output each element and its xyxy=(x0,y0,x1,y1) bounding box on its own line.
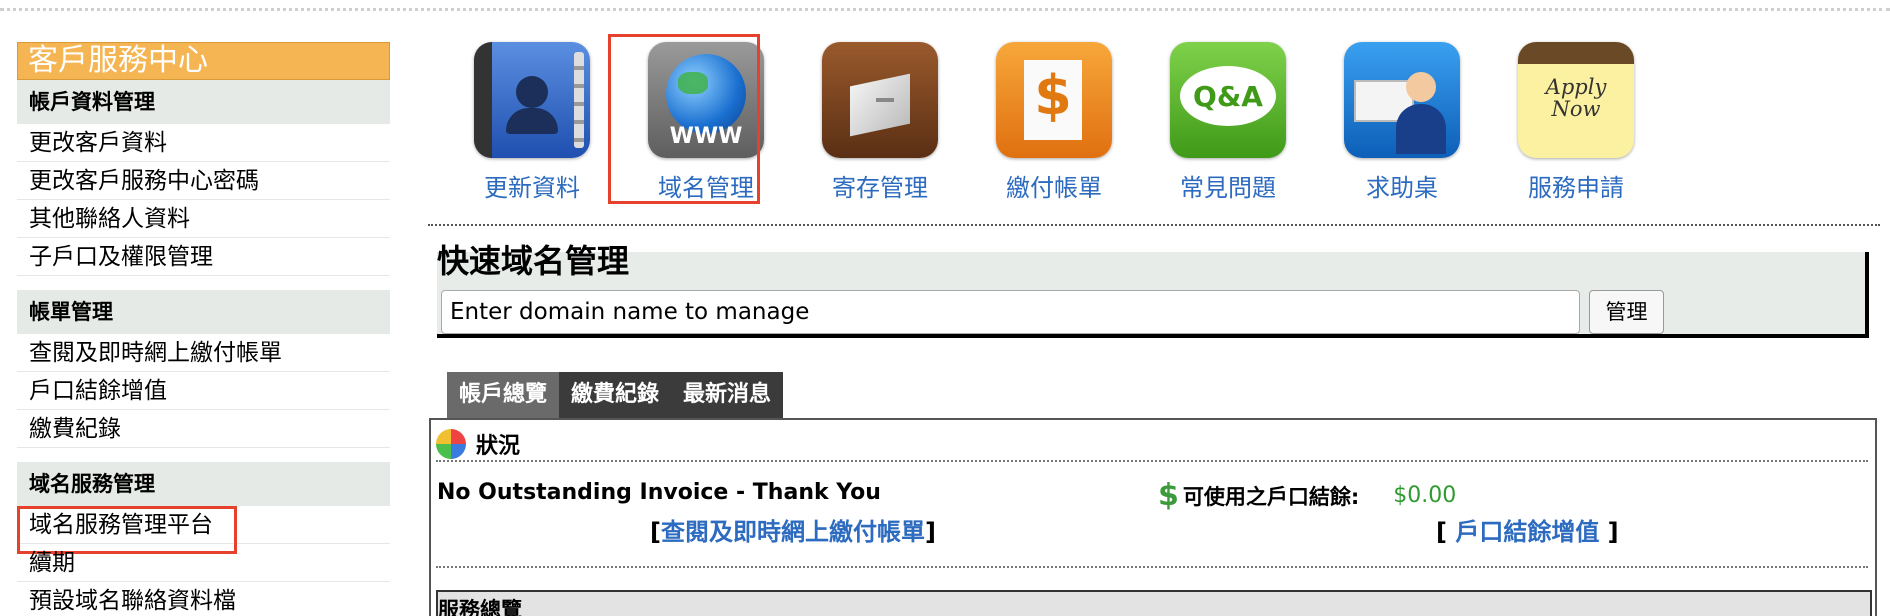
tab-bar: 帳戶總覽 繳費紀錄 最新消息 xyxy=(447,372,784,418)
status-divider xyxy=(436,460,1868,462)
view-pay-invoice-link[interactable]: 查閱及即時網上繳付帳單 xyxy=(661,518,925,546)
icon-service-apply[interactable]: Apply Now 服務申請 xyxy=(1496,42,1656,203)
icon-helpdesk-label: 求助桌 xyxy=(1366,174,1438,202)
sidebar: 客戶服務中心 帳戶資料管理 更改客戶資料 更改客戶服務中心密碼 其他聯絡人資料 … xyxy=(17,42,390,616)
icon-pay-invoice[interactable]: $ 繳付帳單 xyxy=(974,42,1134,203)
sidebar-item-other-contacts[interactable]: 其他聯絡人資料 xyxy=(17,200,390,238)
topup-link[interactable]: 戶口結餘增值 xyxy=(1455,518,1599,546)
invoice-link-wrapper: [查閱及即時網上繳付帳單] xyxy=(650,518,936,546)
icon-service-apply-label: 服務申請 xyxy=(1528,174,1624,202)
sidebar-item-view-pay-invoices[interactable]: 查閱及即時網上繳付帳單 xyxy=(17,334,390,372)
icon-hosting-manage[interactable]: 寄存管理 xyxy=(800,42,960,203)
sidebar-item-default-contact[interactable]: 預設域名聯絡資料檔 xyxy=(17,582,390,616)
manage-button[interactable]: 管理 xyxy=(1589,290,1664,334)
overview-panel xyxy=(429,418,1877,616)
topup-link-wrapper: [ 戶口結餘增值 ] xyxy=(1436,518,1619,546)
sidebar-item-subaccounts[interactable]: 子戶口及權限管理 xyxy=(17,238,390,276)
sidebar-group-domain: 域名服務管理 xyxy=(17,462,390,506)
status-label: 狀況 xyxy=(476,434,521,459)
sidebar-group-account: 帳戶資料管理 xyxy=(17,80,390,124)
balance-row: $ 可使用之戶口結餘: $0.00 xyxy=(1158,478,1456,513)
top-dotted-border xyxy=(0,8,1890,11)
service-overview-title: 服務總覽 xyxy=(438,598,522,616)
icon-update-data[interactable]: 更新資料 xyxy=(452,42,612,203)
icon-pay-invoice-label: 繳付帳單 xyxy=(1006,174,1102,202)
tab-latest-news[interactable]: 最新消息 xyxy=(671,372,783,418)
storage-box-icon xyxy=(822,42,938,158)
qa-icon: Q&A xyxy=(1170,42,1286,158)
balance-divider xyxy=(436,566,1868,568)
no-invoice-text: No Outstanding Invoice - Thank You xyxy=(437,480,881,505)
balance-value: $0.00 xyxy=(1393,483,1457,508)
quick-domain-title: 快速域名管理 xyxy=(437,242,630,280)
sidebar-title: 客戶服務中心 xyxy=(17,42,390,80)
helpdesk-icon xyxy=(1344,42,1460,158)
sidebar-item-change-password[interactable]: 更改客戶服務中心密碼 xyxy=(17,162,390,200)
section-divider xyxy=(428,224,1880,226)
tab-account-overview[interactable]: 帳戶總覽 xyxy=(447,372,560,418)
dollar-icon: $ xyxy=(1158,478,1179,513)
apply-now-icon: Apply Now xyxy=(1518,42,1634,158)
service-overview-panel xyxy=(436,590,1872,616)
qa-text: Q&A xyxy=(1193,80,1263,113)
contacts-icon xyxy=(474,42,590,158)
apply-now-text: Apply Now xyxy=(1545,75,1607,121)
sidebar-item-topup[interactable]: 戶口結餘增值 xyxy=(17,372,390,410)
sidebar-item-payment-records[interactable]: 繳費紀錄 xyxy=(17,410,390,448)
sidebar-item-update-customer[interactable]: 更改客戶資料 xyxy=(17,124,390,162)
icon-hosting-manage-label: 寄存管理 xyxy=(832,174,928,202)
tab-payment-records[interactable]: 繳費紀錄 xyxy=(559,372,671,418)
icon-faq-label: 常見問題 xyxy=(1180,174,1276,202)
sidebar-item-domain-platform[interactable]: 域名服務管理平台 xyxy=(17,506,390,554)
sidebar-group-billing: 帳單管理 xyxy=(17,290,390,334)
status-header: 狀況 xyxy=(436,426,520,462)
balance-label: 可使用之戶口結餘: xyxy=(1182,484,1360,509)
highlight-box-icon xyxy=(608,34,760,204)
icon-faq[interactable]: Q&A 常見問題 xyxy=(1148,42,1308,203)
invoice-dollar-icon: $ xyxy=(996,42,1112,158)
sidebar-item-renewal[interactable]: 續期 xyxy=(17,544,390,582)
icon-update-data-label: 更新資料 xyxy=(484,174,580,202)
icon-helpdesk[interactable]: 求助桌 xyxy=(1322,42,1482,203)
status-pie-icon xyxy=(436,429,466,459)
domain-search-input[interactable]: Enter domain name to manage xyxy=(441,290,1580,334)
